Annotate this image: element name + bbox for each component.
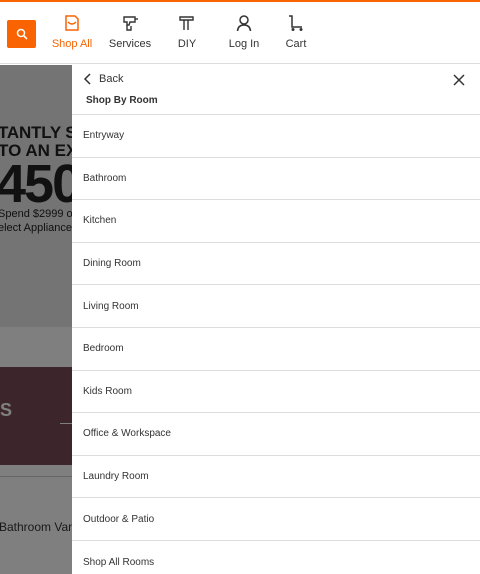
room-item-kitchen[interactable]: Kitchen <box>72 200 480 243</box>
site-header: Shop All Services DIY Log In Cart <box>0 0 480 64</box>
room-item-outdoor-patio[interactable]: Outdoor & Patio <box>72 498 480 541</box>
nav-cart-label: Cart <box>285 38 307 50</box>
back-label: Back <box>99 73 124 85</box>
room-item-laundry-room[interactable]: Laundry Room <box>72 456 480 499</box>
room-item-office-workspace[interactable]: Office & Workspace <box>72 413 480 456</box>
nav-services[interactable]: Services <box>101 14 159 50</box>
room-item-bedroom[interactable]: Bedroom <box>72 328 480 371</box>
room-list: Entryway Bathroom Kitchen Dining Room Li… <box>72 115 480 574</box>
room-item-kids-room[interactable]: Kids Room <box>72 371 480 414</box>
room-item-bathroom[interactable]: Bathroom <box>72 158 480 201</box>
search-icon <box>16 28 27 40</box>
nav-cart[interactable]: Cart <box>267 14 325 50</box>
back-button[interactable]: Back <box>83 73 123 85</box>
room-item-shop-all-rooms[interactable]: Shop All Rooms <box>72 541 480 574</box>
nav-shop-all-label: Shop All <box>51 38 93 50</box>
nav-log-in[interactable]: Log In <box>215 14 273 50</box>
room-item-entryway[interactable]: Entryway <box>72 115 480 158</box>
nav-diy[interactable]: DIY <box>158 14 216 50</box>
room-item-dining-room[interactable]: Dining Room <box>72 243 480 286</box>
chevron-left-icon <box>83 73 91 85</box>
user-icon <box>236 15 252 32</box>
close-icon[interactable] <box>452 73 466 87</box>
drawer-header: Back Shop By Room <box>72 65 480 115</box>
search-button[interactable] <box>7 20 36 48</box>
nav-diy-label: DIY <box>177 38 197 50</box>
nav-shop-all[interactable]: Shop All <box>43 14 101 50</box>
diy-hammer-icon <box>179 16 194 30</box>
nav-services-label: Services <box>108 38 152 50</box>
shop-all-icon <box>65 15 79 31</box>
shop-by-room-drawer: Back Shop By Room Entryway Bathroom Kitc… <box>72 65 480 574</box>
room-item-living-room[interactable]: Living Room <box>72 285 480 328</box>
cart-icon <box>289 15 303 31</box>
services-drill-icon <box>123 16 138 31</box>
drawer-title: Shop By Room <box>86 95 158 106</box>
nav-log-in-label: Log In <box>228 38 260 50</box>
